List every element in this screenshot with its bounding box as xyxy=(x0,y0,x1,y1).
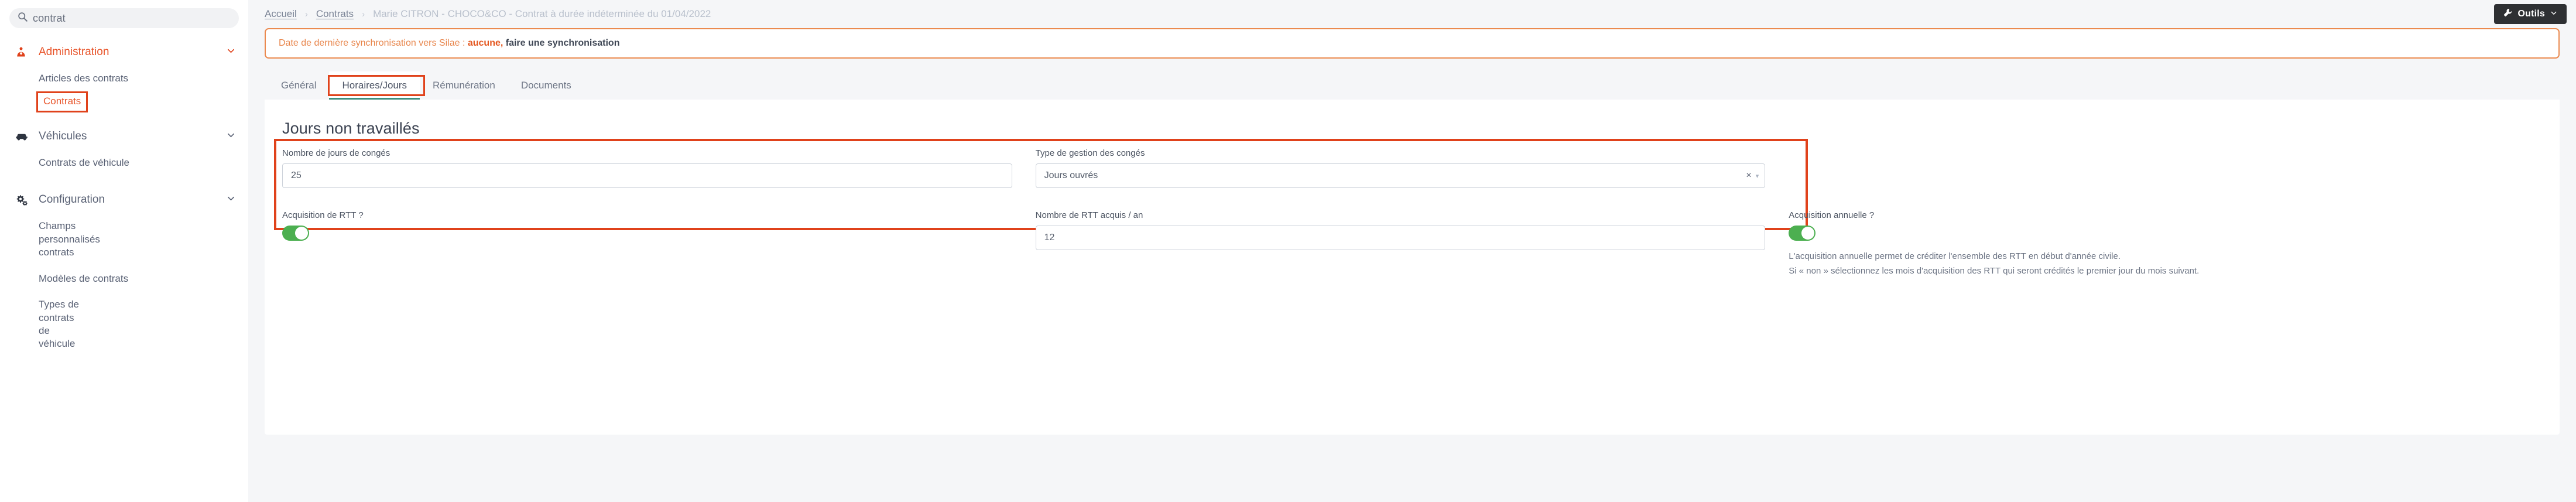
acquisition-annuelle-toggle[interactable] xyxy=(1789,226,1816,241)
search-icon xyxy=(18,12,28,25)
admin-user-icon xyxy=(15,46,33,58)
car-icon xyxy=(15,131,33,142)
sidebar-item-articles-des-contrats[interactable]: Articles des contrats xyxy=(0,66,248,91)
chevron-down-icon[interactable]: ▾ xyxy=(1756,172,1759,180)
tab-horaires-jours[interactable]: Horaires/Jours xyxy=(329,71,420,100)
tab-label: Rémunération xyxy=(433,80,495,91)
field-label: Acquisition de RTT ? xyxy=(282,210,364,220)
sidebar-item-label: Contrats xyxy=(43,95,81,107)
sidebar-group-label: Configuration xyxy=(39,193,105,206)
topbar: Accueil › Contrats › Marie CITRON - CHOC… xyxy=(248,0,2576,28)
field-acquisition-annuelle: Acquisition annuelle ? L'acquisition ann… xyxy=(1789,210,2542,279)
content-container: Date de dernière synchronisation vers Si… xyxy=(248,28,2576,435)
sidebar-item-modeles-de-contrats[interactable]: Modèles de contrats xyxy=(0,266,248,292)
chevron-down-icon xyxy=(2550,9,2557,19)
toggle-knob xyxy=(295,227,308,240)
field-type-gestion-conges: Type de gestion des congés Jours ouvrés … xyxy=(1035,148,1789,188)
horaires-jours-panel: Jours non travaillés Nombre de jours de … xyxy=(265,100,2560,279)
gears-icon xyxy=(15,194,33,206)
tab-documents[interactable]: Documents xyxy=(508,71,584,100)
chevron-down-icon[interactable] xyxy=(227,194,235,206)
sidebar-item-label: Contrats de véhicule xyxy=(39,156,129,168)
field-nombre-jours-conges: Nombre de jours de congés 25 xyxy=(282,148,1036,188)
acquisition-annuelle-help: L'acquisition annuelle permet de crédite… xyxy=(1789,250,2542,279)
sidebar-item-label: Modèles de contrats xyxy=(39,272,129,284)
chevron-down-icon[interactable] xyxy=(227,131,235,142)
sidebar-item-contrats-de-vehicule[interactable]: Contrats de véhicule xyxy=(0,150,248,176)
toggle-knob xyxy=(1801,227,1815,240)
clear-icon[interactable]: × xyxy=(1742,170,1755,181)
nombre-rtt-an-input[interactable]: 12 xyxy=(1035,226,1766,250)
field-acquisition-rtt: Acquisition de RTT ? xyxy=(282,210,1036,279)
sidebar-item-label: Articles des contrats xyxy=(39,73,129,84)
help-line-1: L'acquisition annuelle permet de crédite… xyxy=(1789,251,2121,261)
main-area: Accueil › Contrats › Marie CITRON - CHOC… xyxy=(248,0,2576,502)
breadcrumb: Accueil › Contrats › Marie CITRON - CHOC… xyxy=(265,8,2494,20)
form-row-rtt: Acquisition de RTT ? Nombre de RTT acqui… xyxy=(282,210,2542,279)
sidebar-group-label: Véhicules xyxy=(39,129,87,142)
outils-button-label: Outils xyxy=(2517,9,2545,19)
acquisition-rtt-toggle[interactable] xyxy=(282,226,309,241)
sidebar-group-vehicules[interactable]: Véhicules xyxy=(0,123,248,150)
page-title: Jours non travaillés xyxy=(282,119,420,137)
breadcrumb-item-current: Marie CITRON - CHOCO&CO - Contrat à duré… xyxy=(373,8,711,19)
field-label: Nombre de jours de congés xyxy=(282,148,390,158)
field-label: Acquisition annuelle ? xyxy=(1789,210,1875,220)
tab-general[interactable]: Général xyxy=(268,71,329,100)
breadcrumb-separator: › xyxy=(304,9,308,19)
sidebar-item-types-de-contrats-de-vehicule[interactable]: Types de contrats de véhicule xyxy=(0,292,248,357)
field-label: Type de gestion des congés xyxy=(1035,148,1145,158)
sync-alert-banner: Date de dernière synchronisation vers Si… xyxy=(265,28,2560,59)
breadcrumb-separator: › xyxy=(362,9,365,19)
sidebar-search-wrap: contrat xyxy=(0,0,248,28)
tab-label: Général xyxy=(281,80,317,91)
tab-bar: Général Horaires/Jours Rémunération Docu… xyxy=(265,71,2560,100)
sidebar-group-configuration[interactable]: Configuration xyxy=(0,186,248,213)
sidebar-nav: Administration Articles des contrats Con… xyxy=(0,39,248,357)
sync-alert-action-link[interactable]: faire une synchronisation xyxy=(503,38,620,49)
sync-alert-prefix: Date de dernière synchronisation vers Si… xyxy=(279,38,468,48)
app-root: contrat Administration Articles des cont… xyxy=(0,0,2576,502)
field-label: Nombre de RTT acquis / an xyxy=(1035,210,1143,220)
sidebar-item-contrats[interactable]: Contrats xyxy=(36,91,88,112)
breadcrumb-item-contrats[interactable]: Contrats xyxy=(316,8,354,20)
wrench-icon xyxy=(2503,8,2512,20)
tab-remuneration[interactable]: Rémunération xyxy=(420,71,508,100)
sidebar-group-label: Administration xyxy=(39,46,109,58)
sidebar: contrat Administration Articles des cont… xyxy=(0,0,255,502)
search-input-value: contrat xyxy=(33,12,66,24)
form-row-conges: Nombre de jours de congés 25 Type de ges… xyxy=(274,139,2542,230)
field-spacer xyxy=(1789,148,2542,188)
input-value: 12 xyxy=(1044,233,1055,243)
sidebar-group-administration[interactable]: Administration xyxy=(0,39,248,66)
search-input[interactable]: contrat xyxy=(9,8,239,28)
outils-button[interactable]: Outils xyxy=(2494,4,2567,24)
sync-alert-value: aucune, xyxy=(467,38,503,48)
type-gestion-conges-select[interactable]: Jours ouvrés × ▾ xyxy=(1035,163,1766,188)
sidebar-item-champs-personnalises-contrats[interactable]: Champs personnalisés contrats xyxy=(0,213,248,265)
input-value: 25 xyxy=(291,170,302,180)
help-line-2: Si « non » sélectionnez les mois d'acqui… xyxy=(1789,265,2200,276)
contract-card: Général Horaires/Jours Rémunération Docu… xyxy=(265,71,2560,435)
tab-label: Documents xyxy=(520,80,571,91)
sidebar-item-contrats-wrap: Contrats xyxy=(0,91,248,112)
select-value: Jours ouvrés xyxy=(1044,170,1098,180)
nombre-jours-conges-input[interactable]: 25 xyxy=(282,163,1012,188)
breadcrumb-item-accueil[interactable]: Accueil xyxy=(265,8,297,20)
chevron-down-icon[interactable] xyxy=(227,46,235,58)
field-nombre-rtt-an: Nombre de RTT acquis / an 12 xyxy=(1035,210,1789,279)
tab-label: Horaires/Jours xyxy=(342,80,407,91)
sidebar-item-label: Champs personnalisés contrats xyxy=(39,220,100,258)
sidebar-item-label: Types de contrats de véhicule xyxy=(39,299,79,350)
